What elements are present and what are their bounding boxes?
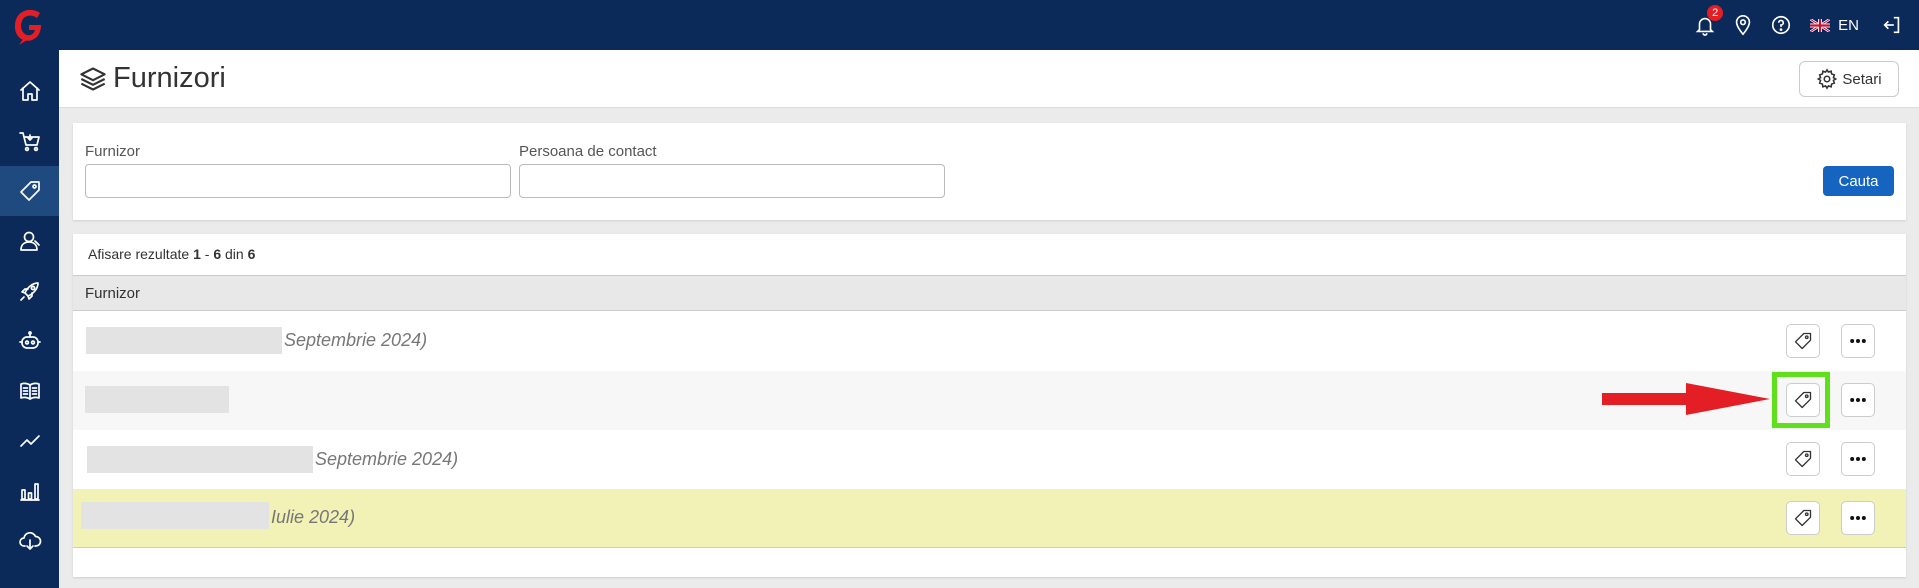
results-total: 6 (247, 246, 256, 262)
help-icon[interactable] (1762, 0, 1800, 50)
location-pin-icon[interactable] (1724, 0, 1762, 50)
page-header: Furnizori Setari (59, 50, 1919, 108)
table-row[interactable]: Septembrie 2024) (73, 430, 1906, 489)
tag-button[interactable] (1786, 442, 1820, 476)
results-of-label: din (225, 246, 244, 262)
page-title-text: Furnizori (113, 62, 226, 94)
settings-label: Setari (1842, 70, 1882, 88)
sidebar-item-catalog[interactable] (0, 366, 59, 416)
logout-icon[interactable] (1873, 0, 1911, 50)
app-logo[interactable] (10, 7, 48, 45)
redacted-supplier-name (81, 502, 269, 529)
sidebar-item-orders[interactable] (0, 116, 59, 166)
search-button[interactable]: Cauta (1823, 166, 1894, 196)
tag-icon (1794, 332, 1812, 350)
more-options-button[interactable] (1841, 501, 1875, 535)
results-to: 6 (213, 246, 222, 262)
supplier-name-suffix: Iulie 2024) (271, 507, 356, 527)
tag-icon (1794, 450, 1812, 468)
sidebar-item-home[interactable] (0, 66, 59, 116)
notification-badge: 2 (1707, 5, 1724, 21)
redacted-supplier-name (85, 386, 229, 413)
rocket-icon (19, 282, 39, 301)
table-row[interactable]: Septembrie 2024) (73, 312, 1906, 371)
user-icon (19, 231, 40, 251)
supplier-name-suffix: Septembrie 2024) (284, 330, 428, 350)
book-icon (19, 382, 40, 400)
language-selector[interactable]: EN (1810, 17, 1859, 34)
supplier-name-suffix: Septembrie 2024) (315, 449, 459, 469)
contact-person-input[interactable] (519, 164, 945, 198)
robot-icon (18, 331, 41, 349)
table-header: Furnizor (73, 275, 1906, 311)
more-options-button[interactable] (1841, 442, 1875, 476)
language-label: EN (1838, 16, 1859, 34)
sidebar-item-marketing[interactable] (0, 266, 59, 316)
bell-icon[interactable]: 2 (1686, 0, 1724, 50)
flag-uk-icon (1810, 18, 1831, 32)
column-header-supplier[interactable]: Furnizor (85, 285, 140, 302)
results-separator: - (204, 246, 210, 262)
trend-icon (19, 435, 40, 447)
more-options-button[interactable] (1841, 383, 1875, 417)
tag-button[interactable] (1786, 324, 1820, 358)
gear-icon (1817, 68, 1838, 90)
home-icon (19, 81, 40, 101)
sidebar-item-reports[interactable] (0, 466, 59, 516)
topbar-actions: 2 EN (1686, 0, 1919, 50)
layers-icon (80, 66, 106, 91)
results-count: Afisare rezultate 1 - 6 din 6 (88, 246, 255, 262)
top-bar: 2 EN (0, 0, 1919, 50)
cart-icon (18, 132, 40, 152)
results-from: 1 (193, 246, 201, 262)
settings-button[interactable]: Setari (1799, 61, 1899, 97)
tag-button[interactable] (1786, 501, 1820, 535)
filter-panel: Furnizor Persoana de contact Cauta (73, 123, 1906, 220)
annotation-arrow (1602, 383, 1770, 415)
tag-icon (19, 181, 40, 201)
more-options-button[interactable] (1841, 324, 1875, 358)
sidebar-item-downloads[interactable] (0, 516, 59, 566)
tag-icon (1794, 509, 1812, 527)
ellipsis-icon (1850, 339, 1866, 343)
sidebar-item-suppliers[interactable] (0, 166, 59, 216)
cloud-download-icon (18, 531, 41, 550)
ellipsis-icon (1850, 398, 1866, 402)
sidebar (0, 50, 59, 588)
redacted-supplier-name (87, 446, 313, 473)
supplier-input[interactable] (85, 164, 511, 198)
bar-chart-icon (19, 483, 40, 501)
page-title: Furnizori (79, 62, 226, 95)
results-prefix: Afisare rezultate (88, 246, 190, 262)
annotation-highlight-box (1772, 372, 1830, 428)
sidebar-item-trends[interactable] (0, 416, 59, 466)
sidebar-item-customers[interactable] (0, 216, 59, 266)
sidebar-item-automation[interactable] (0, 316, 59, 366)
redacted-supplier-name (86, 327, 282, 354)
contact-person-label: Persoana de contact (519, 143, 657, 160)
ellipsis-icon (1850, 457, 1866, 461)
table-row[interactable]: Iulie 2024) (73, 489, 1906, 548)
ellipsis-icon (1850, 516, 1866, 520)
supplier-label: Furnizor (85, 143, 141, 160)
